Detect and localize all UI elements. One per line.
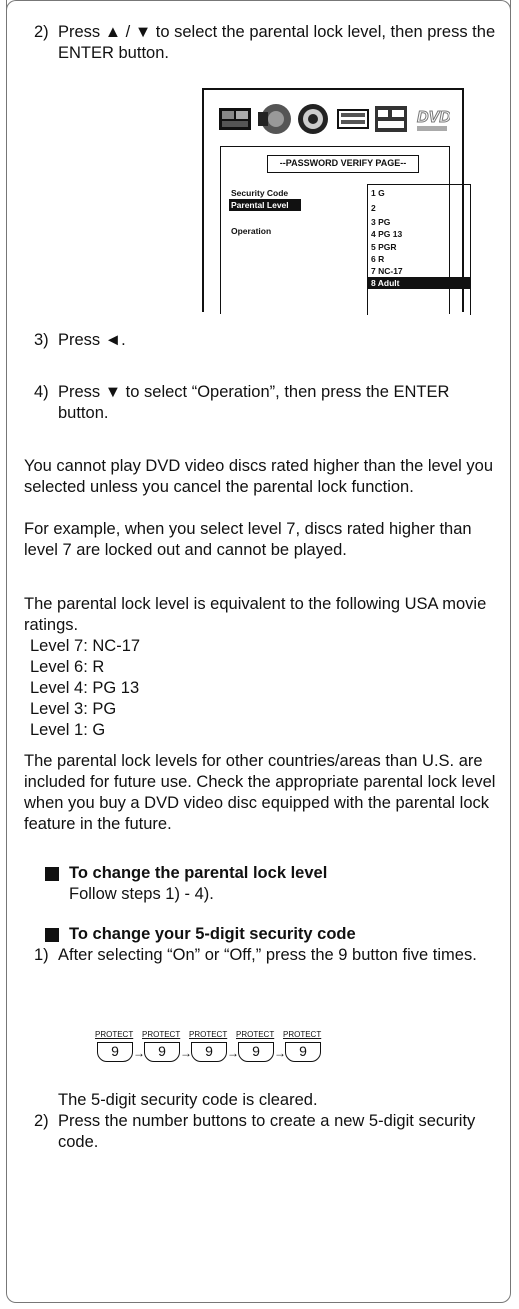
step-number: 2) [34, 1112, 49, 1130]
level-item-selected[interactable]: 8 Adult [368, 277, 470, 289]
section-heading: To change your 5-digit security code [69, 925, 356, 943]
level-list: 1 G 2 3 PG 4 PG 13 5 PGR 6 R 7 NC-17 8 A… [367, 184, 471, 315]
menu-icon-bar: DVD [218, 102, 450, 138]
level-item[interactable]: 1 G [368, 187, 470, 199]
level-item[interactable]: 3 PG [368, 216, 470, 228]
speaker-icon [298, 104, 328, 134]
svg-text:DVD: DVD [417, 109, 450, 126]
dvd-icon: DVD [417, 109, 450, 131]
step-4: 4) Press ▼ to select “Operation”, then p… [34, 382, 498, 424]
paragraph: For example, when you select level 7, di… [24, 520, 472, 559]
osd-screen: DVD --PASSWORD VERIFY PAGE-- Security Co… [202, 88, 471, 315]
section-body: Follow steps 1) - 4). [69, 885, 214, 903]
option-parental-level[interactable]: Parental Level [229, 199, 301, 211]
audio-icon [258, 104, 291, 134]
option-operation[interactable]: Operation [231, 225, 271, 237]
step-text: After selecting “On” or “Off,” press the… [58, 946, 477, 964]
nine-button: 9 [97, 1042, 133, 1062]
section-heading: To change the parental lock level [69, 864, 328, 882]
level-item[interactable]: 5 PGR [368, 241, 470, 253]
key-sequence: PROTECT 9 → PROTECT 9 → PROTECT 9 → PROT… [95, 1030, 322, 1062]
step-text: Press ▲ / ▼ to select the parental lock … [58, 23, 496, 62]
step-number: 2) [34, 23, 49, 41]
bullet-square [45, 867, 59, 881]
picture-icon [219, 108, 251, 130]
nine-button: 9 [285, 1042, 321, 1062]
security-step-2: 2) Press the number buttons to create a … [34, 1111, 478, 1153]
level-item[interactable]: 4 PG 13 [368, 228, 470, 240]
option-security-code[interactable]: Security Code [231, 187, 288, 199]
paragraph: The parental lock level is equivalent to… [24, 595, 487, 634]
step-text: Press ▼ to select “Operation”, then pres… [58, 383, 450, 422]
rating-item: Level 6: R [30, 658, 105, 676]
step-3: 3) Press ◄. [34, 330, 498, 351]
security-step-1: 1) After selecting “On” or “Off,” press … [34, 945, 498, 966]
step-number: 4) [34, 383, 49, 401]
rating-item: Level 7: NC-17 [30, 637, 141, 655]
bullet-square [45, 928, 59, 942]
paragraph: You cannot play DVD video discs rated hi… [24, 457, 494, 496]
parental-icon [375, 106, 407, 132]
rating-item: Level 1: G [30, 721, 106, 739]
rating-item: Level 4: PG 13 [30, 679, 140, 697]
level-item[interactable]: 6 R [368, 253, 470, 265]
step-number: 1) [34, 946, 49, 964]
step-text: Press the number buttons to create a new… [58, 1112, 476, 1151]
nine-button: 9 [238, 1042, 274, 1062]
panel-title: --PASSWORD VERIFY PAGE-- [267, 155, 419, 173]
level-item[interactable]: 2 [368, 202, 470, 214]
password-verify-panel: --PASSWORD VERIFY PAGE-- Security Code P… [220, 146, 471, 315]
nine-button: 9 [144, 1042, 180, 1062]
step-text: Press ◄. [58, 331, 126, 349]
rating-item: Level 3: PG [30, 700, 117, 718]
level-item[interactable]: 7 NC-17 [368, 265, 470, 277]
nine-button: 9 [191, 1042, 227, 1062]
step-2: 2) Press ▲ / ▼ to select the parental lo… [34, 22, 498, 64]
step-number: 3) [34, 331, 49, 349]
paragraph: The parental lock levels for other count… [24, 752, 496, 833]
cleared-note: The 5-digit security code is cleared. [58, 1091, 318, 1109]
display-icon [337, 109, 369, 129]
